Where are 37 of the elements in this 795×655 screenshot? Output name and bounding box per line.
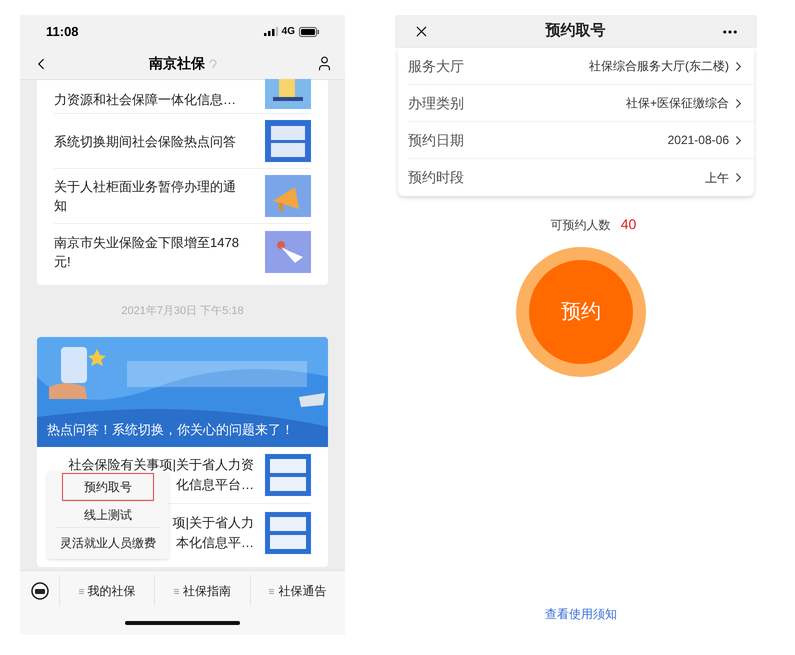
article-title[interactable]: 力资源和社会保障一体化信息… <box>54 90 254 109</box>
article-title[interactable]: 系统切换期间社会保险热点问答 <box>54 132 254 150</box>
profile-icon[interactable] <box>316 55 333 72</box>
field-value[interactable]: 2021-08-06 <box>668 131 746 149</box>
menu-icon <box>78 588 84 594</box>
menu-bar-item[interactable]: 社保通告 <box>250 576 345 606</box>
battery-icon <box>299 26 319 36</box>
article-title[interactable]: 社会保险有关事项|关于省人力资 <box>68 455 254 475</box>
menu-bar-item[interactable]: 社保指南 <box>155 576 251 606</box>
keyboard-icon[interactable] <box>30 582 48 600</box>
menu-bar-item[interactable]: 我的社保 <box>60 576 156 606</box>
article-title[interactable]: 南京市失业保险金下限增至1478元! <box>54 232 254 270</box>
menu-icon <box>269 588 274 594</box>
popup-menu-item[interactable]: 线上测试 <box>56 502 160 528</box>
field-value[interactable]: 社保综合服务大厅(东二楼) <box>589 57 746 75</box>
field-label: 办理类别 <box>408 94 464 112</box>
article-title[interactable]: 项|关于省人力 <box>172 512 254 532</box>
quota-count: 40 <box>620 215 636 234</box>
field-label: 预约时段 <box>408 168 464 187</box>
timestamp: 2021年7月30日 下午5:18 <box>121 304 244 319</box>
field-value[interactable]: 社保+医保征缴综合 <box>626 94 746 112</box>
field-label: 预约日期 <box>408 130 464 150</box>
notice-link[interactable]: 查看使用须知 <box>545 605 617 623</box>
article-title[interactable]: 化信息平台… <box>176 475 254 495</box>
popup-menu-item[interactable]: 预约取号 <box>63 474 153 500</box>
quota-label: 可预约人数 <box>550 216 611 234</box>
menu-icon <box>174 588 179 594</box>
field-label: 服务大厅 <box>408 56 464 76</box>
page-title: 预约取号 <box>546 21 606 42</box>
chat-title: 南京社保 <box>149 54 205 73</box>
popup-menu-item[interactable]: 灵活就业人员缴费 <box>56 530 160 556</box>
signal-icon <box>264 27 278 36</box>
status-time: 11:08 <box>46 22 79 41</box>
article-title[interactable]: 本化信息平… <box>176 532 254 552</box>
field-value[interactable]: 上午 <box>705 168 746 186</box>
network-label: 4G <box>282 25 295 39</box>
article-title[interactable]: 关于人社柜面业务暂停办理的通知 <box>54 177 254 215</box>
